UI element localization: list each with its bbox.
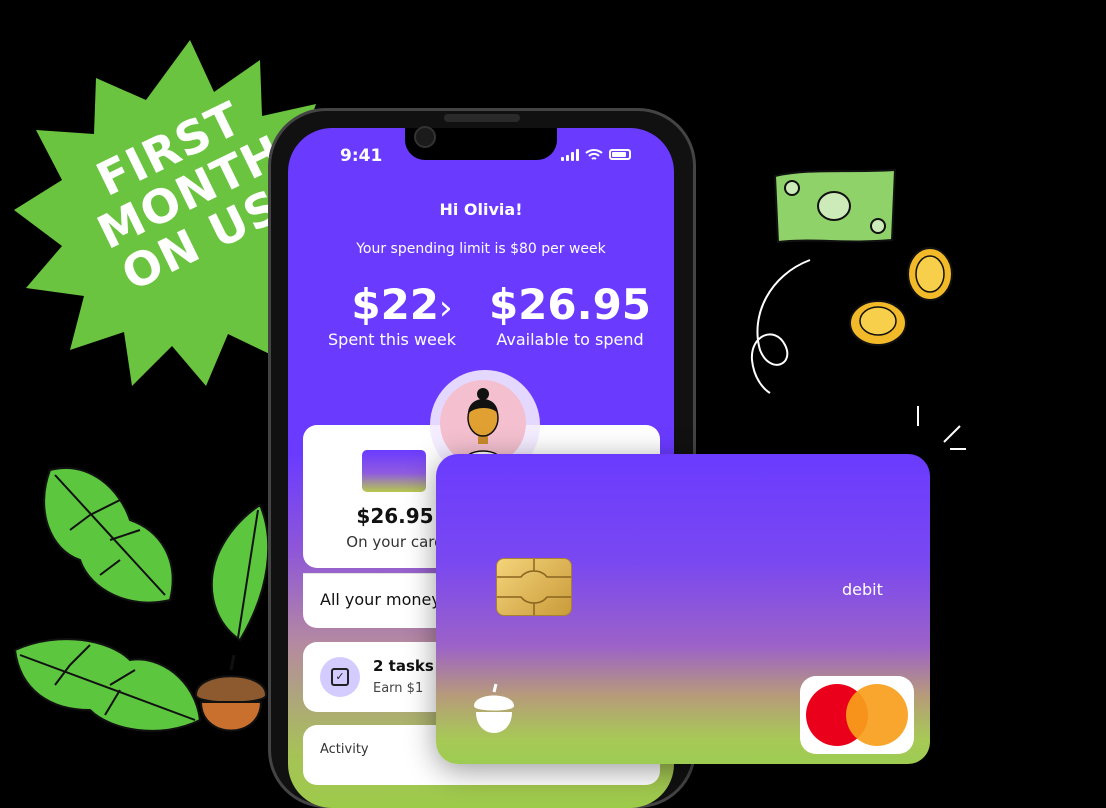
phone-speaker — [444, 114, 520, 122]
available-amount: $26.95 — [488, 280, 652, 329]
signal-icon — [561, 148, 579, 161]
coin-icon — [849, 300, 907, 346]
tasks-subtitle: Earn $1 — [373, 681, 424, 696]
spent-amount-value: $22 — [351, 280, 440, 329]
wifi-icon — [585, 149, 603, 160]
oak-leaf-icon — [13, 638, 202, 732]
all-money-label: All your money — [320, 590, 441, 609]
card-balance: $26.95 — [356, 504, 434, 528]
coin-icon — [907, 247, 953, 301]
swirl-decoration — [750, 259, 811, 394]
activity-label: Activity — [320, 742, 369, 757]
money-bill-icon — [773, 168, 897, 244]
card-chip-icon — [496, 558, 572, 616]
oak-leaf-icon — [43, 467, 174, 604]
available-label: Available to spend — [496, 330, 644, 349]
status-time: 9:41 — [340, 146, 383, 166]
camera-icon — [414, 126, 436, 148]
mastercard-yellow-circle — [846, 684, 908, 746]
acorns-logo-icon — [474, 683, 514, 733]
chevron-right-icon: › — [439, 288, 453, 328]
debit-label: debit — [842, 580, 883, 599]
status-icons — [561, 148, 631, 161]
card-thumbnail — [362, 450, 426, 492]
task-checkbox-icon: ✓ — [320, 657, 360, 697]
spent-amount[interactable]: $22› — [332, 280, 472, 329]
battery-icon — [609, 149, 631, 160]
greeting: Hi Olivia! — [439, 200, 523, 219]
acorn-icon — [194, 654, 268, 732]
spending-limit: Your spending limit is $80 per week — [356, 241, 606, 257]
spent-label: Spent this week — [328, 330, 456, 349]
